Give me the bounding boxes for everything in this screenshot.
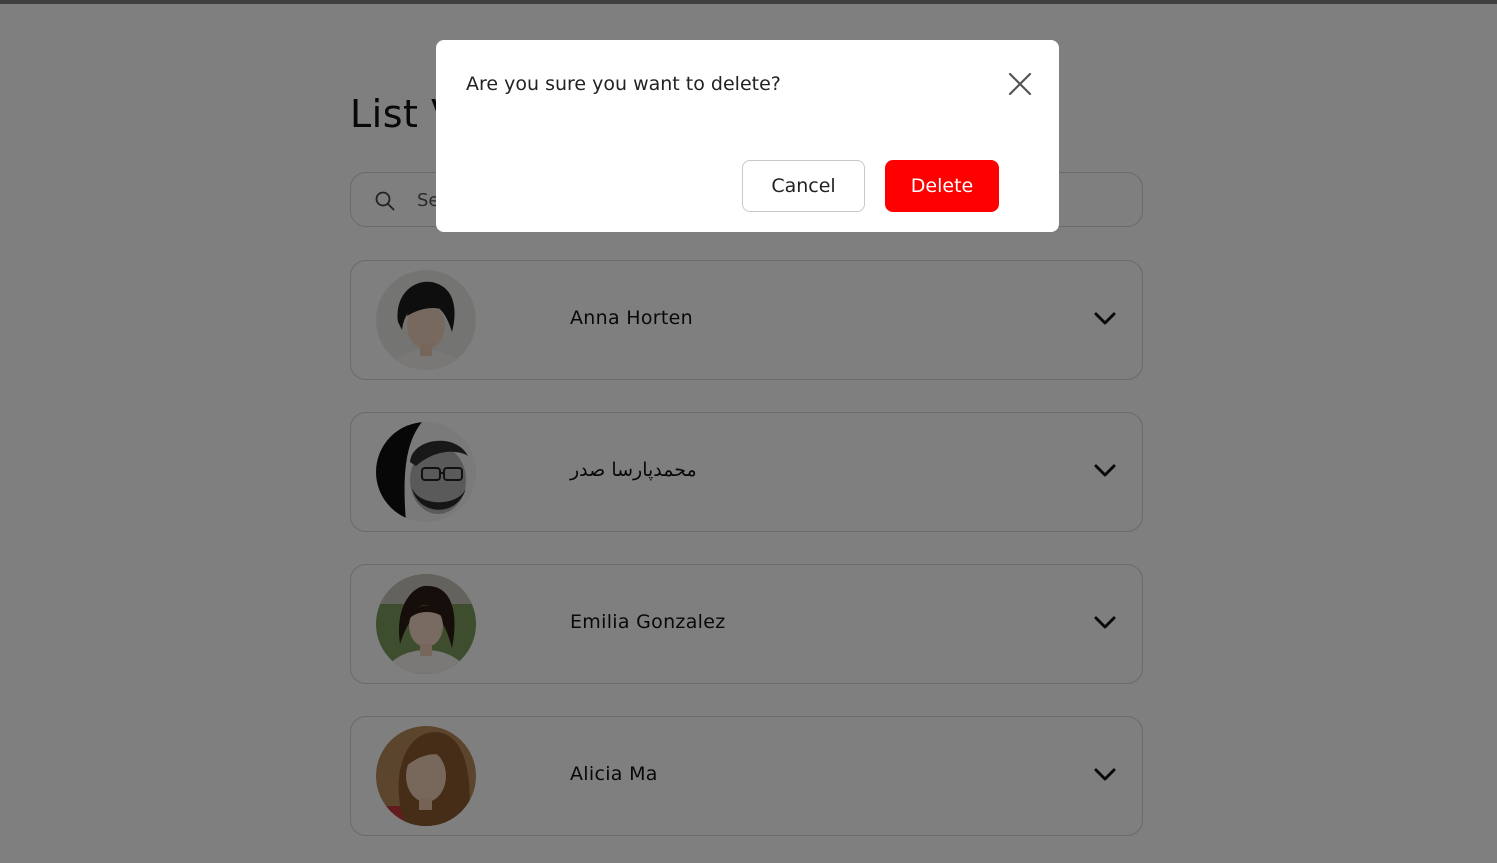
cancel-button[interactable]: Cancel xyxy=(742,160,865,212)
delete-button[interactable]: Delete xyxy=(885,160,999,212)
close-icon[interactable] xyxy=(1006,70,1034,98)
dialog-message: Are you sure you want to delete? xyxy=(466,73,781,95)
top-bar xyxy=(0,0,1497,4)
delete-confirm-dialog: Are you sure you want to delete? Cancel … xyxy=(436,40,1059,232)
